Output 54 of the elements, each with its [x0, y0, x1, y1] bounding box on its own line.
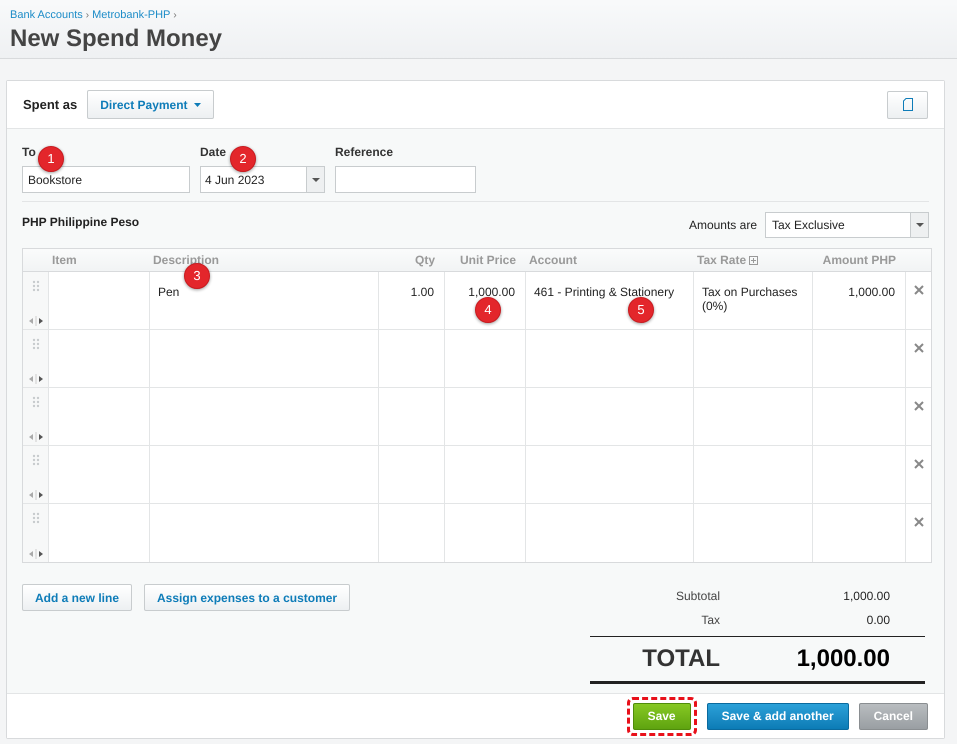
- line-button[interactable]: Assign expenses to a customer: [144, 584, 350, 611]
- breadcrumb-link[interactable]: Metrobank-PHP: [92, 7, 170, 24]
- breadcrumb-separator: ›: [86, 8, 90, 23]
- currency-label: PHP Philippine Peso: [22, 214, 140, 231]
- total-value: 1,000.00: [796, 644, 890, 674]
- date-field[interactable]: 4 Jun 2023: [200, 166, 325, 193]
- drag-handle-icon[interactable]: [32, 338, 40, 350]
- caret-icon: [312, 178, 320, 182]
- qty-cell[interactable]: 1.00: [379, 285, 434, 299]
- column-header: Tax Rate: [697, 252, 746, 269]
- column-header: Item: [52, 252, 77, 269]
- column-header: Amount PHP: [822, 252, 896, 269]
- text-field[interactable]: Bookstore: [22, 166, 190, 193]
- total-label: TOTAL: [641, 644, 720, 674]
- total-label: Tax: [700, 612, 720, 629]
- account-cell[interactable]: 461 - Printing & Stationery: [534, 285, 689, 299]
- caret-icon: [194, 102, 201, 106]
- drag-handle-icon[interactable]: [32, 396, 40, 408]
- spent-as-label: Spent as: [23, 96, 78, 114]
- document-icon: [902, 98, 912, 111]
- payment-type-dropdown[interactable]: Direct Payment: [87, 90, 214, 119]
- delete-icon[interactable]: [914, 459, 924, 469]
- plus-box-icon[interactable]: [749, 256, 758, 264]
- tax-rate-cell[interactable]: Tax on Purchases (0%): [702, 285, 808, 313]
- column-header: Unit Price: [460, 252, 516, 269]
- breadcrumb-separator: ›: [173, 8, 177, 23]
- dropdown-button[interactable]: [910, 213, 928, 237]
- amounts-are-dropdown[interactable]: Tax Exclusive: [765, 212, 929, 238]
- drag-handle-icon[interactable]: [32, 512, 40, 524]
- amount-cell[interactable]: 1,000.00: [813, 285, 895, 299]
- field-label: Date: [200, 144, 226, 161]
- delete-icon[interactable]: [914, 401, 924, 411]
- delete-icon[interactable]: [914, 517, 924, 527]
- drag-handle-icon[interactable]: [32, 454, 40, 466]
- document-button[interactable]: [887, 90, 928, 118]
- total-value: 0.00: [866, 612, 890, 629]
- caret-icon: [916, 223, 924, 227]
- total-value: 1,000.00: [842, 588, 890, 605]
- text-field[interactable]: [335, 166, 476, 193]
- page-title: New Spend Money: [10, 24, 224, 54]
- column-header: Qty: [414, 252, 435, 269]
- column-header: Account: [529, 252, 577, 269]
- field-label: To: [22, 144, 36, 161]
- total-label: Subtotal: [674, 588, 720, 605]
- action-button[interactable]: Save & add another: [706, 702, 849, 730]
- drag-handle-icon[interactable]: [32, 280, 40, 292]
- unit-price-cell[interactable]: 1,000.00: [445, 285, 515, 299]
- amounts-are-label: Amounts are: [688, 217, 757, 234]
- line-button[interactable]: Add a new line: [22, 584, 132, 611]
- delete-icon[interactable]: [914, 343, 924, 353]
- field-label: Reference: [335, 144, 394, 161]
- breadcrumb-link[interactable]: Bank Accounts: [10, 7, 83, 24]
- delete-icon[interactable]: [914, 285, 924, 295]
- dropdown-button[interactable]: [306, 167, 324, 192]
